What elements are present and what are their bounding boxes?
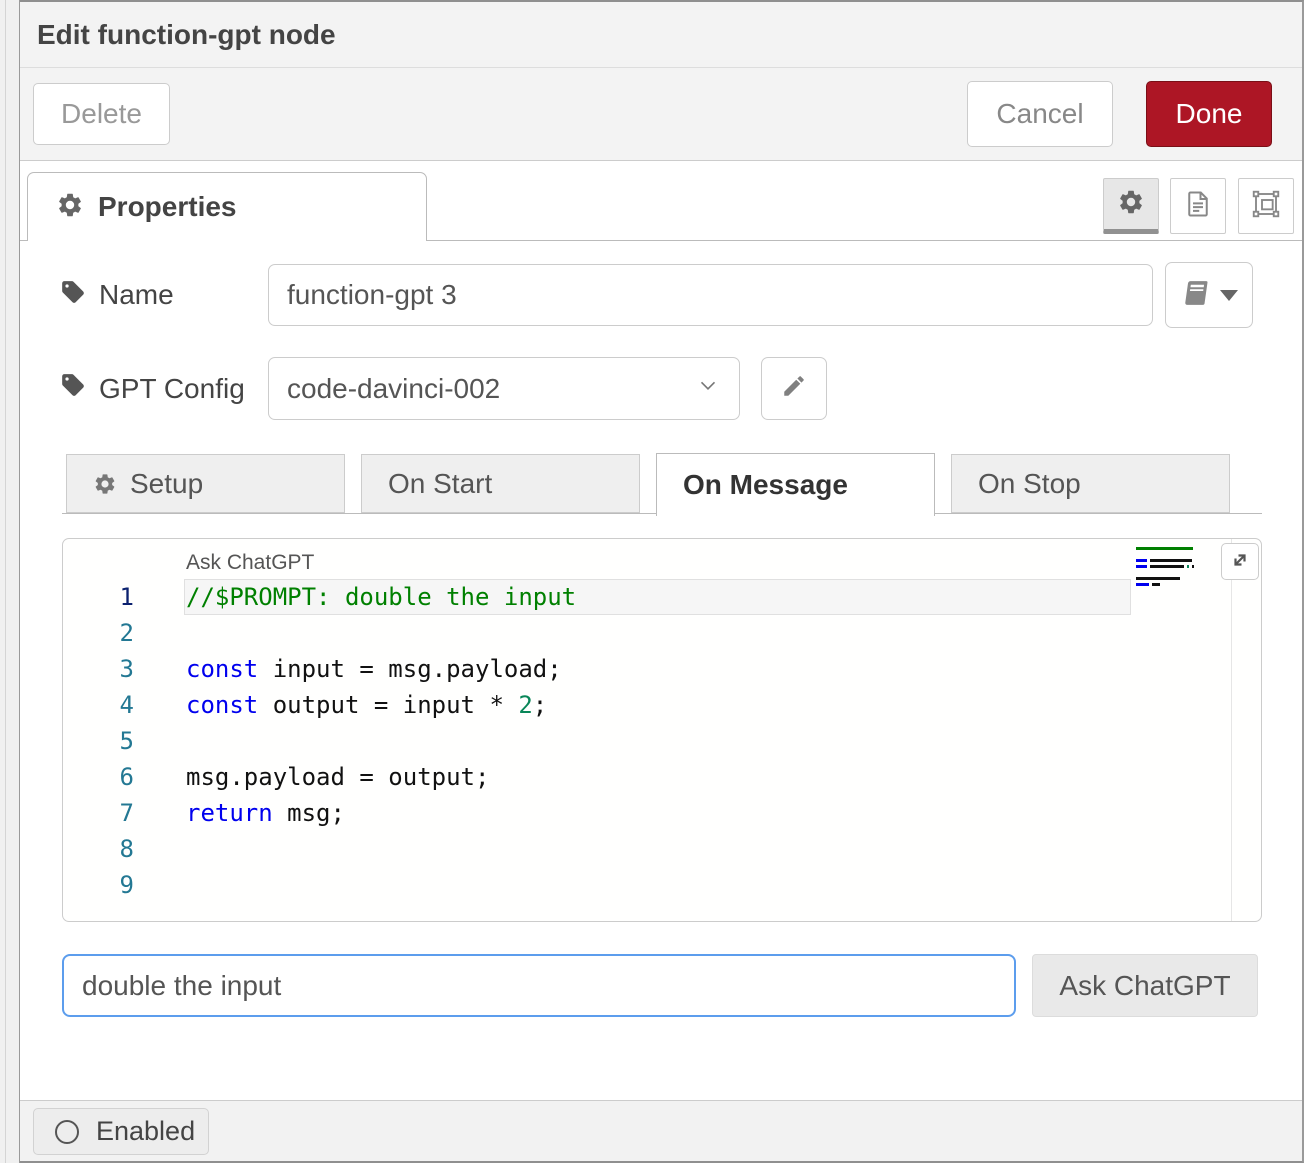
- line-text: msg.payload = output;: [184, 759, 1131, 795]
- code-line[interactable]: 4 const output = input * 2;: [63, 687, 1261, 723]
- line-text: [184, 831, 1131, 867]
- workspace-edge: [0, 0, 20, 1163]
- line-text: return msg;: [184, 795, 1131, 831]
- dialog-toolbar: Delete Cancel Done: [20, 68, 1302, 161]
- code-line[interactable]: 8: [63, 831, 1261, 867]
- tab-properties[interactable]: Properties: [27, 172, 427, 241]
- tab-on-stop[interactable]: On Stop: [951, 454, 1230, 513]
- tab-on-message[interactable]: On Message: [656, 453, 935, 516]
- gear-icon: [56, 191, 84, 224]
- library-button[interactable]: [1165, 262, 1253, 328]
- expand-editor-button[interactable]: [1221, 543, 1259, 580]
- dialog-title: Edit function-gpt node: [37, 19, 336, 51]
- line-number: 9: [63, 867, 134, 903]
- cancel-button[interactable]: Cancel: [967, 81, 1113, 147]
- code-line[interactable]: 7 return msg;: [63, 795, 1261, 831]
- prompt-input[interactable]: [62, 954, 1016, 1017]
- ask-chatgpt-button[interactable]: Ask ChatGPT: [1032, 954, 1258, 1017]
- dialog-header: Edit function-gpt node: [20, 2, 1302, 68]
- editor-tab-bar: Properties: [20, 161, 1302, 241]
- line-number: 1: [63, 579, 134, 615]
- line-number: 7: [63, 795, 134, 831]
- book-icon: [1181, 278, 1211, 313]
- description-view-button[interactable]: [1170, 178, 1226, 234]
- tab-label: On Message: [683, 469, 848, 501]
- properties-view-button[interactable]: [1103, 178, 1159, 234]
- chevron-down-icon: [1220, 290, 1238, 301]
- code-line[interactable]: 3 const input = msg.payload;: [63, 651, 1261, 687]
- node-enabled-toggle[interactable]: Enabled: [33, 1108, 209, 1155]
- function-tabs: Setup On Start On Message On Stop: [62, 453, 1262, 515]
- line-number: 6: [63, 759, 134, 795]
- editor-minimap[interactable]: [1136, 547, 1226, 601]
- code-lines: 1 //$PROMPT: double the input 23 const inpu…: [63, 579, 1261, 903]
- edit-config-button[interactable]: [761, 357, 827, 420]
- edit-node-dialog: Edit function-gpt node Delete Cancel Don…: [20, 0, 1304, 1163]
- line-number: 3: [63, 651, 134, 687]
- gear-icon: [93, 472, 130, 496]
- code-line[interactable]: 5: [63, 723, 1261, 759]
- gpt-config-label: GPT Config: [60, 357, 245, 420]
- delete-button[interactable]: Delete: [33, 83, 170, 145]
- line-number: 8: [63, 831, 134, 867]
- line-text: const input = msg.payload;: [184, 651, 1131, 687]
- code-line[interactable]: 1 //$PROMPT: double the input: [63, 579, 1261, 615]
- pencil-icon: [781, 373, 807, 404]
- screen: Edit function-gpt node Delete Cancel Don…: [0, 0, 1304, 1163]
- minimap-divider: [1231, 539, 1232, 921]
- line-text: [184, 867, 1131, 903]
- tab-setup[interactable]: Setup: [66, 454, 345, 513]
- gear-icon: [1117, 188, 1145, 221]
- line-text: [184, 723, 1131, 759]
- gpt-config-value: code-davinci-002: [287, 373, 500, 405]
- tag-icon: [60, 279, 99, 312]
- doc-icon: [1183, 189, 1213, 224]
- tag-icon: [60, 372, 99, 405]
- code-line[interactable]: 2: [63, 615, 1261, 651]
- line-text: const output = input * 2;: [184, 687, 1131, 723]
- status-circle-icon: [55, 1120, 79, 1144]
- tab-label: On Stop: [978, 468, 1081, 500]
- name-input[interactable]: [268, 264, 1153, 326]
- dialog-content: Name GPT Config code-davinci-002: [20, 241, 1302, 1100]
- gpt-config-select[interactable]: code-davinci-002: [268, 357, 740, 420]
- chevron-down-icon: [695, 372, 721, 405]
- code-line[interactable]: 9: [63, 867, 1261, 903]
- tab-label: Setup: [130, 468, 203, 500]
- tab-label: On Start: [388, 468, 492, 500]
- dialog-footer: Enabled: [20, 1100, 1302, 1161]
- done-button[interactable]: Done: [1146, 81, 1272, 147]
- line-number: 2: [63, 615, 134, 651]
- tab-on-start[interactable]: On Start: [361, 454, 640, 513]
- line-number: 5: [63, 723, 134, 759]
- expand-icon: [1228, 548, 1252, 576]
- code-line[interactable]: 6 msg.payload = output;: [63, 759, 1261, 795]
- name-field-label: Name: [60, 264, 174, 326]
- enabled-label: Enabled: [96, 1116, 195, 1147]
- ask-chatgpt-codelens[interactable]: Ask ChatGPT: [63, 542, 1261, 579]
- line-text: //$PROMPT: double the input: [184, 579, 1131, 615]
- group-icon: [1250, 188, 1282, 225]
- tab-properties-label: Properties: [98, 191, 237, 223]
- line-number: 4: [63, 687, 134, 723]
- code-editor[interactable]: Ask ChatGPT 1 //$PROMPT: double the input…: [62, 538, 1262, 922]
- group-view-button[interactable]: [1238, 178, 1294, 234]
- line-text: [184, 615, 1131, 651]
